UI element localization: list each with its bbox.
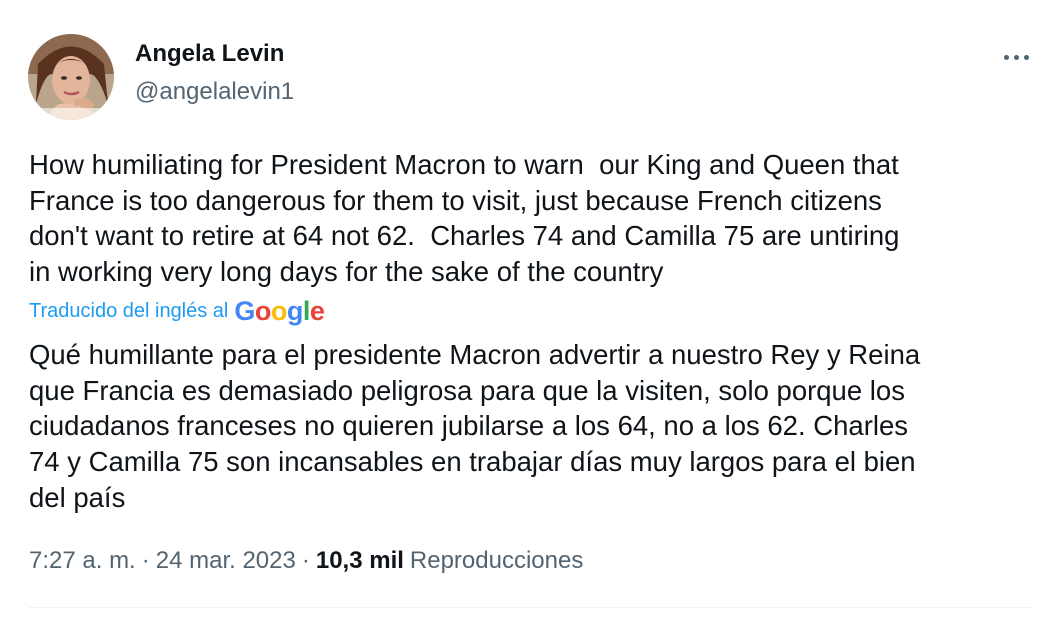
tweet-time[interactable]: 7:27 a. m. <box>29 547 136 575</box>
translated-label[interactable]: Traducido del inglés al <box>29 300 228 323</box>
avatar-photo <box>28 34 114 120</box>
meta-separator: · <box>301 547 310 574</box>
author-handle[interactable]: @angelalevin1 <box>135 78 294 106</box>
translation-attribution: Traducido del inglés al Google <box>29 296 325 326</box>
tweet-card: Angela Levin @angelalevin1 How humiliati… <box>0 0 1062 620</box>
tweet-text: How humiliating for President Macron to … <box>29 149 900 288</box>
views-count: 10,3 mil <box>315 547 404 574</box>
meta-separator: · <box>141 547 150 574</box>
tweet-date[interactable]: 24 mar. 2023 <box>156 547 296 575</box>
google-logo: Google <box>234 296 325 326</box>
author-avatar[interactable] <box>28 34 114 120</box>
more-horizontal-icon <box>1003 54 1029 60</box>
views-label: Reproducciones <box>409 547 584 574</box>
more-options-button[interactable] <box>996 42 1036 72</box>
divider <box>29 607 1034 608</box>
translated-tweet-text: Qué humillante para el presidente Macron… <box>29 339 921 513</box>
tweet-metadata: 7:27 a. m. · 24 mar. 2023 · 10,3 mil Rep… <box>29 544 583 578</box>
author-name[interactable]: Angela Levin <box>135 40 284 68</box>
